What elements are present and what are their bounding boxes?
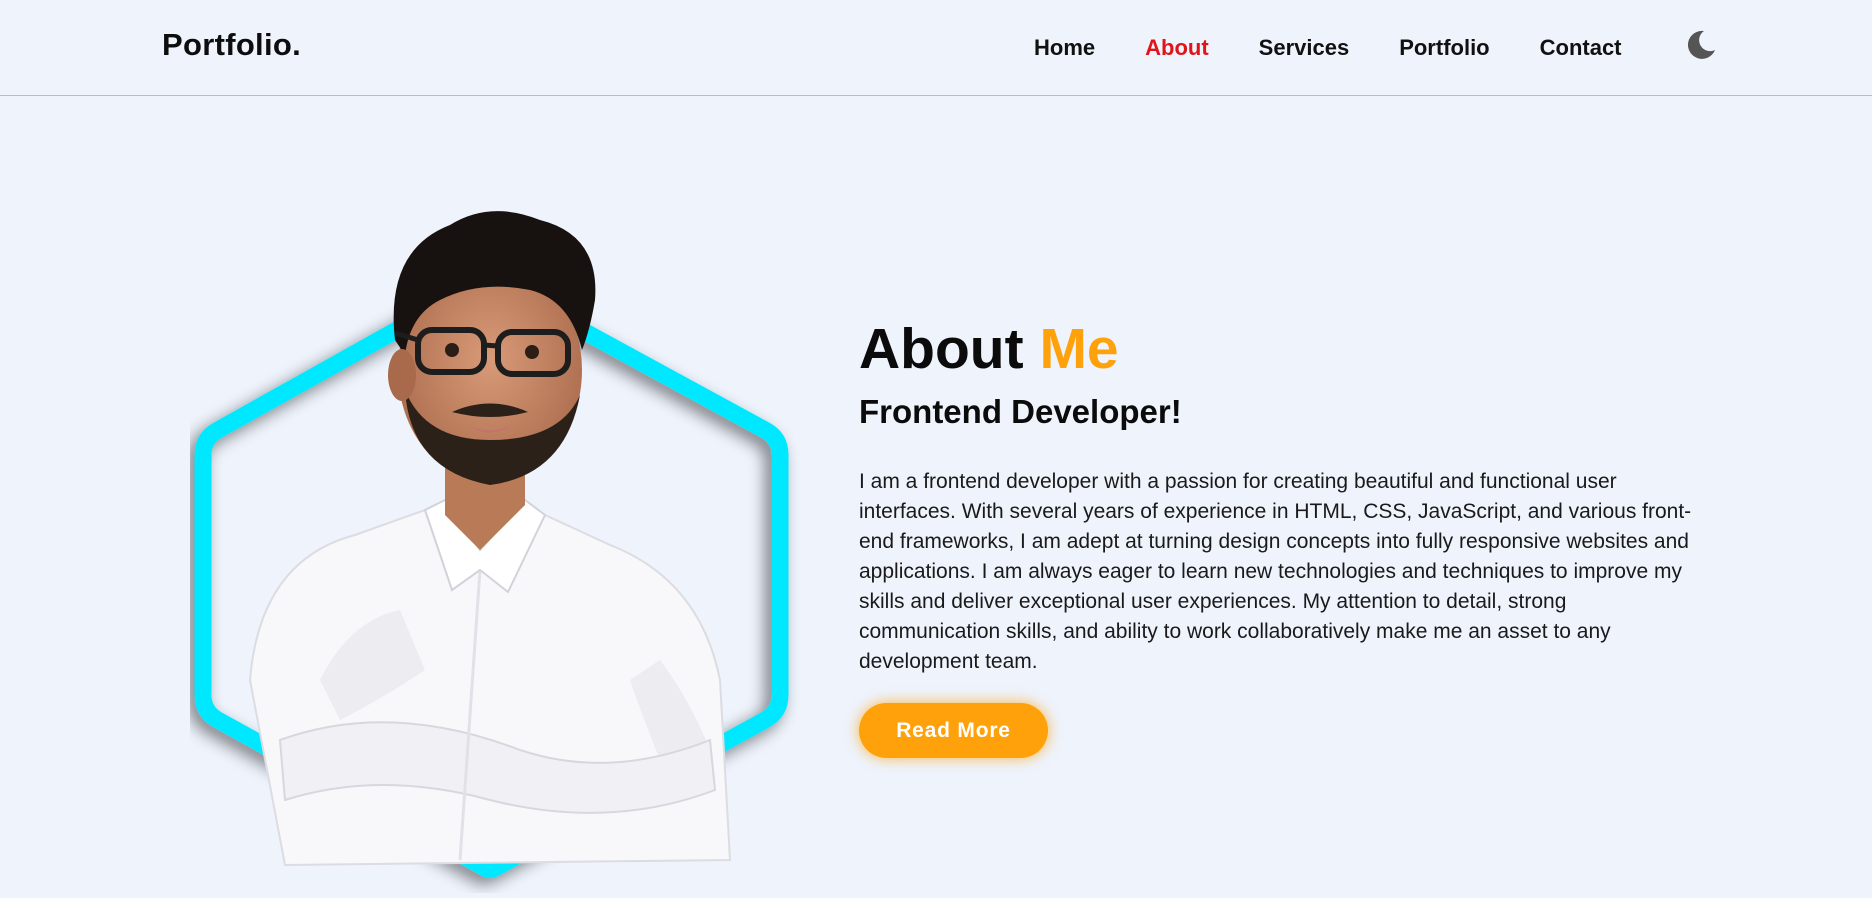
main-nav: Home About Services Portfolio Contact [1034, 35, 1672, 61]
bio-text: I am a frontend developer with a passion… [859, 470, 1692, 673]
about-heading-accent: Me [1039, 317, 1119, 381]
about-heading-main: About [859, 317, 1024, 381]
theme-toggle[interactable] [1684, 28, 1718, 62]
nav-portfolio[interactable]: Portfolio [1399, 35, 1489, 61]
moon-icon [1687, 30, 1715, 59]
read-more-button[interactable]: Read More [859, 703, 1048, 758]
nav-home[interactable]: Home [1034, 35, 1095, 61]
about-heading: About Me [859, 310, 1699, 388]
role-subtitle: Frontend Developer! [859, 393, 1182, 430]
nav-about[interactable]: About [1145, 35, 1209, 61]
nav-contact[interactable]: Contact [1540, 35, 1622, 61]
about-section: About Me Frontend Developer! I am a fron… [859, 310, 1699, 698]
site-header: Portfolio. Home About Services Portfolio… [0, 0, 1872, 96]
profile-hexagon-graphic [194, 211, 789, 878]
logo[interactable]: Portfolio. [162, 27, 301, 63]
profile-photo [190, 140, 810, 893]
nav-services[interactable]: Services [1259, 35, 1350, 61]
